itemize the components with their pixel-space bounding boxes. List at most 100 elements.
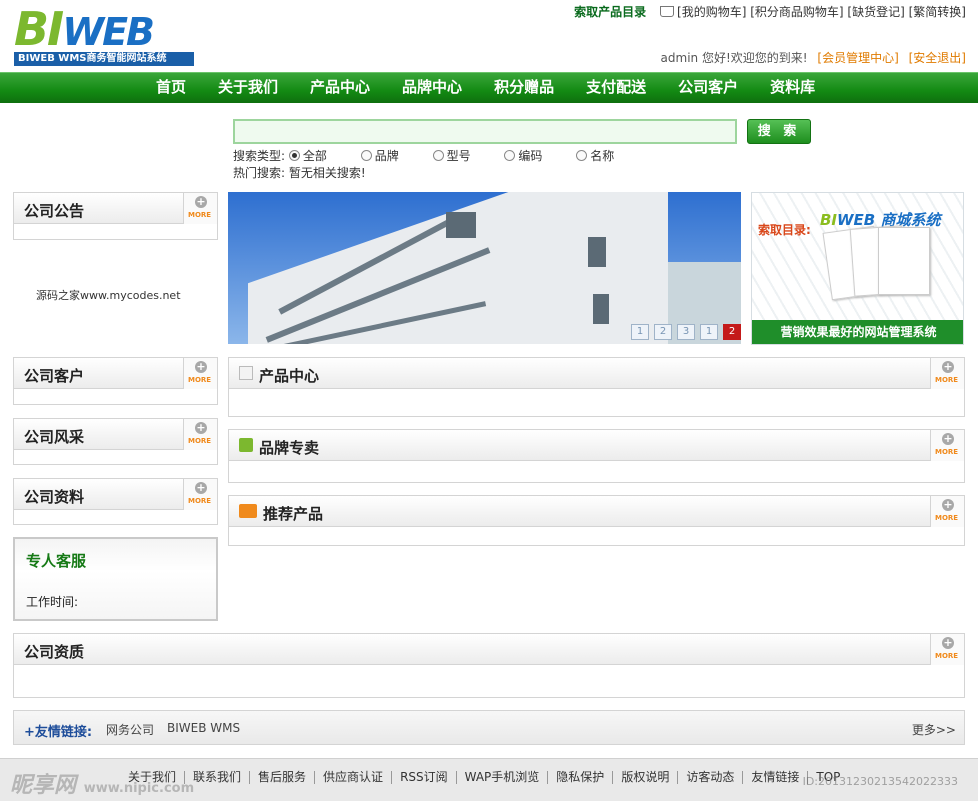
docs-more-button[interactable]: + MORE xyxy=(183,479,217,510)
friend-links-label: +友情链接: xyxy=(24,725,93,740)
banner-page-3[interactable]: 3 xyxy=(677,324,695,340)
style-box: 公司风采 + MORE xyxy=(13,418,218,465)
plus-icon: + xyxy=(195,421,207,434)
plus-icon: + xyxy=(942,432,954,445)
search-type-name[interactable]: 名称 xyxy=(576,147,614,164)
nav-clients[interactable]: 公司客户 xyxy=(662,73,754,102)
search-type-label: 搜索类型: xyxy=(233,149,286,163)
welcome-bar: admin 您好!欢迎您的到来! [会员管理中心] [安全退出] xyxy=(661,49,966,66)
nav-brands[interactable]: 品牌中心 xyxy=(386,73,478,102)
site-logo[interactable]: BIWEB BIWEB WMS商务智能网站系统 xyxy=(10,0,196,68)
search-type-model[interactable]: 型号 xyxy=(432,147,471,164)
qualification-title: 公司资质 xyxy=(24,643,85,661)
logo-subtitle: BIWEB WMS商务智能网站系统 xyxy=(14,52,194,66)
ad-banner[interactable]: BIWEB 商城系统 索取目录: 营销效果最好的网站管理系统 xyxy=(751,192,964,345)
ad-catalog-label: 索取目录: xyxy=(758,223,811,237)
search-type-group: 搜索类型: 全部 品牌 型号 编码 名称 xyxy=(233,147,644,164)
nav-points[interactable]: 积分赠品 xyxy=(478,73,570,102)
docs-box: 公司资料 + MORE xyxy=(13,478,218,525)
hot-search-value: 暂无相关搜索! xyxy=(288,166,366,180)
radio-icon xyxy=(288,150,300,161)
logout-link[interactable]: [安全退出] xyxy=(909,51,966,65)
radio-icon xyxy=(432,150,444,161)
radio-icon xyxy=(576,150,588,161)
footer-after-sales[interactable]: 售后服务 xyxy=(249,771,314,784)
traditional-simplified-link[interactable]: [繁简转换] xyxy=(909,5,966,19)
plus-icon: + xyxy=(195,360,207,373)
brands-more-button[interactable]: + MORE xyxy=(930,430,964,461)
search-type-brand[interactable]: 品牌 xyxy=(360,147,399,164)
top-links: 索取产品目录 [我的购物车] [积分商品购物车] [缺货登记] [繁简转换] xyxy=(574,3,966,20)
footer-rss[interactable]: RSS订阅 xyxy=(391,771,456,784)
footer-supplier[interactable]: 供应商认证 xyxy=(314,771,391,784)
banner-slideshow[interactable]: 1 2 3 1 2 xyxy=(228,192,741,344)
friend-links-more[interactable]: 更多>> xyxy=(912,721,956,738)
style-title: 公司风采 xyxy=(24,428,85,446)
notice-box: 公司公告 + MORE xyxy=(13,192,218,240)
document-icon xyxy=(239,366,253,380)
products-box: 产品中心 + MORE xyxy=(228,357,965,417)
nav-payment[interactable]: 支付配送 xyxy=(570,73,662,102)
service-title: 专人客服 xyxy=(26,552,87,570)
banner-page-5[interactable]: 2 xyxy=(723,324,741,340)
member-center-link[interactable]: [会员管理中心] xyxy=(817,51,898,65)
ad-footer: 营销效果最好的网站管理系统 xyxy=(752,320,963,344)
search-type-code[interactable]: 编码 xyxy=(504,147,542,164)
main-nav: 首页 关于我们 产品中心 品牌中心 积分赠品 支付配送 公司客户 资料库 xyxy=(0,72,978,103)
style-more-button[interactable]: + MORE xyxy=(183,419,217,450)
notice-more-button[interactable]: + MORE xyxy=(183,193,217,224)
friend-link-2[interactable]: BIWEB WMS xyxy=(167,721,240,735)
footer-visitors[interactable]: 访客动态 xyxy=(677,771,742,784)
friend-links-bar: +友情链接: 网务公司 BIWEB WMS 更多>> xyxy=(13,710,965,745)
banner-page-2[interactable]: 2 xyxy=(654,324,672,340)
stock-register-link[interactable]: [缺货登记] xyxy=(847,5,904,19)
catalog-book-image xyxy=(878,227,930,295)
recommend-box: 推荐产品 + MORE xyxy=(228,495,965,546)
plus-icon: + xyxy=(942,498,954,511)
clients-more-button[interactable]: + MORE xyxy=(183,358,217,389)
brand-box-icon xyxy=(239,438,253,452)
products-title: 产品中心 xyxy=(259,367,320,385)
watermark-id: ID:20131230213542022333 xyxy=(802,775,958,788)
footer-privacy[interactable]: 隐私保护 xyxy=(547,771,612,784)
cart-icon xyxy=(660,6,675,17)
service-time: 工作时间: xyxy=(26,595,79,609)
search-type-all[interactable]: 全部 xyxy=(288,147,327,164)
footer-friend-links[interactable]: 友情链接 xyxy=(742,771,807,784)
catalog-link[interactable]: 索取产品目录 xyxy=(574,5,646,19)
search-input[interactable] xyxy=(233,119,737,144)
welcome-text: admin 您好!欢迎您的到来! xyxy=(660,51,808,65)
logo-wordmark: BIWEB xyxy=(14,2,155,56)
my-cart-link[interactable]: [我的购物车] xyxy=(677,5,746,19)
friend-link-1[interactable]: 网务公司 xyxy=(106,721,154,738)
footer-contact[interactable]: 联系我们 xyxy=(184,771,249,784)
radio-icon xyxy=(504,150,516,161)
footer-copyright[interactable]: 版权说明 xyxy=(612,771,677,784)
footer-about[interactable]: 关于我们 xyxy=(128,771,184,784)
recommend-more-button[interactable]: + MORE xyxy=(930,496,964,527)
search-button[interactable]: 搜 索 xyxy=(747,119,811,144)
notice-title: 公司公告 xyxy=(24,202,85,220)
banner-page-1[interactable]: 1 xyxy=(631,324,649,340)
plus-icon: + xyxy=(195,195,207,208)
nav-library[interactable]: 资料库 xyxy=(754,73,831,102)
banner-page-4[interactable]: 1 xyxy=(700,324,718,340)
banner-pager: 1 2 3 1 2 xyxy=(626,324,741,344)
nav-home[interactable]: 首页 xyxy=(140,73,202,102)
footer-wap[interactable]: WAP手机浏览 xyxy=(455,771,548,784)
customer-service-box: 专人客服 工作时间: xyxy=(13,537,218,621)
qualification-more-button[interactable]: + MORE xyxy=(930,634,964,665)
plus-icon: + xyxy=(942,636,954,649)
radio-icon xyxy=(360,150,372,161)
nav-products[interactable]: 产品中心 xyxy=(294,73,386,102)
footer: 昵享网 www.nipic.com 关于我们 联系我们 售后服务 供应商认证 R… xyxy=(0,758,978,801)
recommend-title: 推荐产品 xyxy=(263,505,324,523)
products-more-button[interactable]: + MORE xyxy=(930,358,964,389)
hot-search-label: 热门搜索: xyxy=(233,166,286,180)
plus-icon: + xyxy=(195,481,207,494)
qualification-box: 公司资质 + MORE xyxy=(13,633,965,698)
hot-search: 热门搜索: 暂无相关搜索! xyxy=(233,164,366,181)
nav-about[interactable]: 关于我们 xyxy=(202,73,294,102)
points-cart-link[interactable]: [积分商品购物车] xyxy=(750,5,843,19)
docs-title: 公司资料 xyxy=(24,488,85,506)
